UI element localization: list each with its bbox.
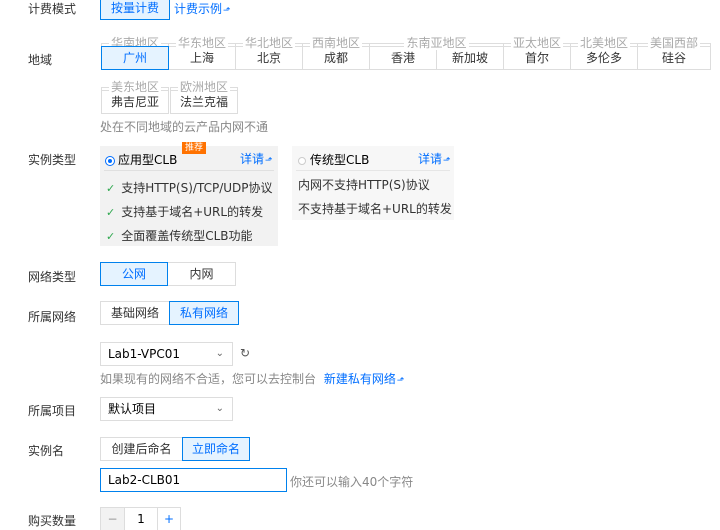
network-vpc-option[interactable]: 私有网络 (169, 301, 239, 325)
instance-name-char-hint: 你还可以输入40个字符 (290, 475, 414, 489)
instance-name-input[interactable] (100, 468, 287, 492)
chevron-down-icon: ⌄ (215, 348, 224, 359)
name-later-option[interactable]: 创建后命名 (100, 437, 183, 461)
classic-clb-radio-icon (298, 156, 306, 165)
check-icon: ✓ (106, 206, 116, 219)
network-type-public-option[interactable]: 公网 (100, 262, 168, 286)
network-hint: 如果现有的网络不合适，您可以去控制台 新建私有网络⬏ (100, 370, 404, 387)
region-group-label: 西南地区 (309, 36, 362, 50)
network-type-label: 网络类型 (28, 270, 77, 284)
app-clb-detail-link[interactable]: 详请⬏ (240, 150, 273, 168)
quantity-increment-button[interactable]: + (157, 508, 180, 530)
classic-clb-detail-link[interactable]: 详请⬏ (418, 150, 451, 168)
network-hint-text: 如果现有的网络不合适，您可以去控制台 (100, 372, 317, 386)
app-clb-feature: ✓ 全面覆盖传统型CLB功能 (106, 227, 253, 244)
chevron-down-icon: ⌄ (215, 403, 224, 414)
billing-example-link-label: 计费示例 (174, 2, 223, 16)
region-group-label: 亚太地区 (510, 36, 563, 50)
app-clb-card[interactable]: 应用型CLB 推荐 详请⬏ ✓ 支持HTTP(S)/TCP/UDP协议 ✓ 支持基于… (100, 142, 278, 246)
app-clb-title-row: 应用型CLB (106, 149, 177, 171)
billing-example-link[interactable]: 计费示例⬏ (174, 0, 231, 17)
app-clb-detail-label: 详请 (240, 152, 265, 166)
app-clb-title: 应用型CLB (118, 153, 178, 167)
divider (104, 170, 274, 171)
network-group: 基础网络 私有网络 (100, 301, 239, 325)
instance-name-group: 创建后命名 立即命名 (100, 437, 250, 461)
region-group-label: 华北地区 (242, 36, 295, 50)
network-label: 所属网络 (28, 310, 77, 324)
quantity-stepper: − 1 + (100, 507, 181, 530)
feature-text: 全面覆盖传统型CLB功能 (121, 229, 253, 243)
feature-text: 支持基于域名+URL的转发 (121, 205, 264, 219)
region-group-label: 美东地区 (108, 80, 161, 94)
external-link-icon: ⬏ (396, 376, 405, 386)
app-clb-feature: ✓ 支持基于域名+URL的转发 (106, 203, 263, 220)
billing-mode-group: 按量计费 (100, 0, 170, 20)
app-clb-feature: ✓ 支持HTTP(S)/TCP/UDP协议 (106, 179, 273, 196)
project-select-value: 默认项目 (108, 402, 157, 416)
external-link-icon: ⬏ (265, 156, 273, 166)
app-clb-radio-icon (106, 156, 114, 165)
feature-text: 支持HTTP(S)/TCP/UDP协议 (121, 181, 273, 195)
region-group-label: 欧洲地区 (177, 80, 230, 94)
region-group-label: 北美地区 (577, 36, 630, 50)
classic-clb-card[interactable]: 传统型CLB 详请⬏ 内网不支持HTTP(S)协议 不支持基于域名+URL的转发 (292, 146, 454, 220)
project-select[interactable]: 默认项目 ⌄ (100, 397, 233, 421)
classic-clb-note: 不支持基于域名+URL的转发 (298, 202, 452, 216)
project-label: 所属项目 (28, 404, 77, 418)
recommend-badge: 推荐 (182, 142, 206, 154)
instance-type-label: 实例类型 (28, 153, 77, 167)
external-link-icon: ⬏ (223, 6, 231, 16)
billing-label: 计费模式 (28, 2, 77, 16)
network-basic-option[interactable]: 基础网络 (100, 301, 170, 325)
quantity-value[interactable]: 1 (125, 508, 157, 530)
name-now-option[interactable]: 立即命名 (182, 437, 250, 461)
network-type-private-option[interactable]: 内网 (167, 262, 236, 286)
check-icon: ✓ (106, 182, 116, 195)
quantity-decrement-button[interactable]: − (101, 508, 125, 530)
region-group-label: 华东地区 (175, 36, 228, 50)
billing-pay-as-you-go-option[interactable]: 按量计费 (100, 0, 170, 20)
divider (296, 170, 450, 171)
region-label: 地域 (28, 53, 53, 67)
region-hint: 处在不同地域的云产品内网不通 (100, 120, 269, 134)
vpc-select-value: Lab1-VPC01 (108, 347, 181, 361)
create-vpc-link[interactable]: 新建私有网络 (324, 372, 396, 386)
check-icon: ✓ (106, 230, 116, 243)
classic-clb-detail-label: 详请 (418, 152, 443, 166)
region-group-label: 东南亚地区 (404, 36, 469, 50)
refresh-icon[interactable]: ↻ (240, 346, 250, 360)
instance-name-label: 实例名 (28, 444, 65, 458)
region-city-guangzhou[interactable]: 广州 (101, 46, 169, 70)
classic-clb-title-row: 传统型CLB (298, 149, 369, 171)
network-type-group: 公网 内网 (100, 262, 236, 286)
region-group-label: 美国西部 (647, 36, 700, 50)
classic-clb-note: 内网不支持HTTP(S)协议 (298, 178, 430, 192)
quantity-label: 购买数量 (28, 514, 77, 528)
external-link-icon: ⬏ (443, 156, 451, 166)
vpc-select[interactable]: Lab1-VPC01 ⌄ (100, 342, 233, 366)
classic-clb-title: 传统型CLB (310, 153, 370, 167)
